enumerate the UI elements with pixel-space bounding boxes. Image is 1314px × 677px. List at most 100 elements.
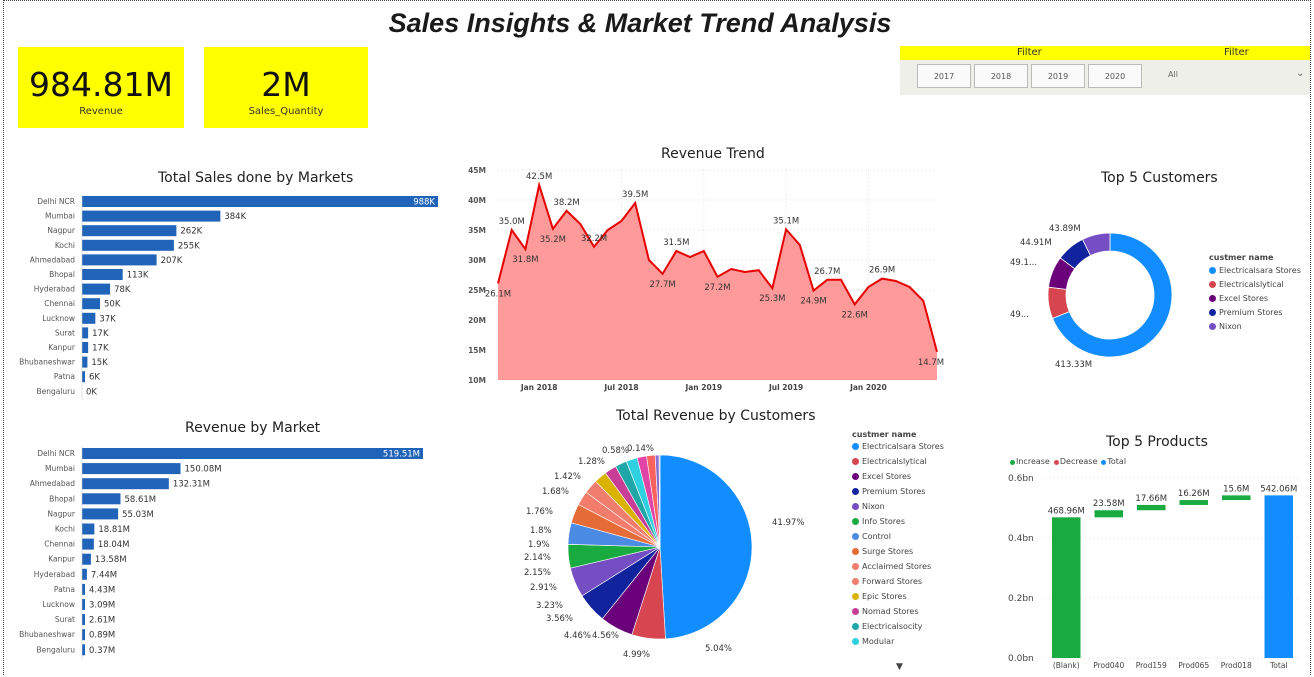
trend-y-tick: 30M xyxy=(468,256,486,265)
sales-quantity-kpi-card[interactable]: 2M Sales_Quantity xyxy=(204,47,368,128)
sales-market-bar[interactable] xyxy=(82,239,174,251)
revenue-market-bar[interactable] xyxy=(82,644,85,656)
sales-market-bar[interactable] xyxy=(82,312,96,324)
revenue-market-data-label: 0.37M xyxy=(89,646,115,656)
sales-market-bar[interactable] xyxy=(82,298,101,310)
legend-item[interactable]: Nixon xyxy=(852,502,944,511)
year-button-2020[interactable]: 2020 xyxy=(1088,64,1142,88)
revenue-market-bar[interactable] xyxy=(82,599,85,610)
trend-data-label: 22.6M xyxy=(842,310,868,320)
year-button-2018[interactable]: 2018 xyxy=(974,64,1028,88)
customer-pie-label: 1.76% xyxy=(526,507,553,517)
product-bar[interactable] xyxy=(1137,504,1166,511)
revenue-market-bar[interactable] xyxy=(82,553,91,565)
sales-market-data-label: 262K xyxy=(180,227,202,237)
sales-market-bar[interactable] xyxy=(82,210,221,222)
legend-scroll-down-icon[interactable]: ▼ xyxy=(896,662,903,672)
legend-item[interactable]: Acclaimed Stores xyxy=(852,562,944,571)
sales-market-bar[interactable] xyxy=(82,342,89,353)
chevron-down-icon[interactable]: ⌄ xyxy=(1296,68,1304,79)
revenue-trend-chart[interactable]: 45M 40M 35M 30M 25M 20M 15M 10M Jan 2018 Jul 2018… xyxy=(455,160,945,400)
legend-dot-icon xyxy=(852,458,859,465)
legend-item[interactable]: Electricalsocity xyxy=(852,622,944,631)
revenue-kpi-card[interactable]: 984.81M Revenue xyxy=(18,47,184,128)
legend-dot-icon xyxy=(1101,460,1107,465)
sales-market-bar[interactable] xyxy=(82,196,438,207)
legend-dot-icon xyxy=(852,518,859,525)
legend-item[interactable]: Increase xyxy=(1010,457,1050,466)
sales-market-bar[interactable] xyxy=(82,371,85,383)
legend-item[interactable]: Electricalslytical xyxy=(852,457,944,466)
legend-item[interactable]: Electricalsara Stores xyxy=(852,442,944,451)
trend-data-label: 31.5M xyxy=(663,238,689,248)
trend-x-tick: Jan 2019 xyxy=(684,383,722,392)
revenue-market-bar[interactable] xyxy=(82,478,169,490)
legend-item[interactable]: Excel Stores xyxy=(1209,294,1301,303)
sales-market-bar[interactable] xyxy=(82,327,89,339)
revenue-market-bar[interactable] xyxy=(82,568,87,580)
sales-market-bar[interactable] xyxy=(82,225,177,237)
product-bar[interactable] xyxy=(1052,517,1081,658)
sales-market-bar[interactable] xyxy=(82,356,88,368)
sales-market-category-label: Lucknow xyxy=(42,314,75,323)
product-bar[interactable] xyxy=(1264,495,1294,658)
legend-item[interactable]: Info Stores xyxy=(852,517,944,526)
top5-products-chart[interactable]: 0.6bn 0.4bn 0.2bn 0.0bn 468.96M (Blank) 23.58M… xyxy=(1000,462,1310,674)
revenue-market-data-label: 132.31M xyxy=(173,480,210,490)
legend-item[interactable]: Nomad Stores xyxy=(852,607,944,616)
revenue-market-category-label: Nagpur xyxy=(47,509,75,518)
year-button-2017[interactable]: 2017 xyxy=(917,64,971,88)
legend-item[interactable]: Premium Stores xyxy=(852,487,944,496)
revenue-by-customers-chart[interactable]: 41.97% 5.04% 4.99% 4.56%4.46% 3.56% 3.23% 2.91… xyxy=(500,435,840,665)
legend-item[interactable]: Decrease xyxy=(1053,457,1098,466)
legend-item[interactable]: Total xyxy=(1101,457,1126,466)
revenue-market-bar[interactable] xyxy=(82,448,423,459)
year-button-2019[interactable]: 2019 xyxy=(1031,64,1085,88)
product-bar[interactable] xyxy=(1094,510,1124,518)
sales-market-bar[interactable] xyxy=(82,269,123,280)
product-bar[interactable] xyxy=(1222,495,1251,501)
sales-market-bar[interactable] xyxy=(82,254,157,266)
sales-market-bar[interactable] xyxy=(82,283,111,295)
product-data-label: 23.58M xyxy=(1093,499,1125,509)
sales-market-category-label: Bhopal xyxy=(49,270,75,279)
legend-item-label: Excel Stores xyxy=(1219,294,1269,303)
legend-item[interactable]: Premium Stores xyxy=(1209,308,1301,317)
trend-x-tick: Jan 2018 xyxy=(520,383,558,392)
revenue-market-bar[interactable] xyxy=(82,508,119,520)
top5-customers-chart[interactable]: 413.33M 49... 49.1... 44.91M 43.89M xyxy=(1000,212,1200,387)
sales-market-category-label: Kanpur xyxy=(48,343,76,352)
legend-item[interactable]: Excel Stores xyxy=(852,472,944,481)
revenue-kpi-label: Revenue xyxy=(79,106,123,117)
sales-by-market-chart[interactable]: Delhi NCR 988K Mumbai 384K Nagpur 262K Kochi 25… xyxy=(0,190,450,402)
customer-pie-slice[interactable] xyxy=(659,454,753,640)
legend-item[interactable]: Nixon xyxy=(1209,322,1301,331)
customer-dropdown-value[interactable]: All xyxy=(1168,70,1178,79)
revenue-market-bar[interactable] xyxy=(82,614,85,626)
legend-dot-icon xyxy=(1209,309,1216,316)
legend-item[interactable]: Forward Stores xyxy=(852,577,944,586)
legend-item[interactable]: Modular xyxy=(852,637,944,646)
legend-item[interactable]: Control xyxy=(852,532,944,541)
revenue-market-bar[interactable] xyxy=(82,493,121,505)
revenue-by-market-chart[interactable]: Delhi NCR 519.51M Mumbai 150.08M Ahmedabad 13… xyxy=(0,442,450,660)
customer-pie-label: 2.14% xyxy=(524,553,551,563)
sales-market-category-label: Chennai xyxy=(44,299,75,308)
legend-item[interactable]: Electricalsara Stores xyxy=(1209,266,1301,275)
sales-market-data-label: 207K xyxy=(161,256,183,266)
sales-market-data-label: 15K xyxy=(91,358,108,368)
legend-item[interactable]: Surge Stores xyxy=(852,547,944,556)
legend-item[interactable]: Epic Stores xyxy=(852,592,944,601)
sales-quantity-kpi-label: Sales_Quantity xyxy=(248,106,324,117)
product-bar[interactable] xyxy=(1179,500,1209,505)
trend-data-label: 42.5M xyxy=(526,172,552,182)
revenue-market-bar[interactable] xyxy=(82,463,181,475)
revenue-market-bar[interactable] xyxy=(82,629,85,641)
revenue-market-bar[interactable] xyxy=(82,583,85,595)
legend-item[interactable]: Electricalslytical xyxy=(1209,280,1301,289)
legend-dot-icon xyxy=(1209,295,1216,302)
revenue-market-bar[interactable] xyxy=(82,523,95,535)
legend-item-label: Decrease xyxy=(1059,457,1098,466)
revenue-market-bar[interactable] xyxy=(82,538,94,550)
legend-item-label: Increase xyxy=(1016,457,1050,466)
